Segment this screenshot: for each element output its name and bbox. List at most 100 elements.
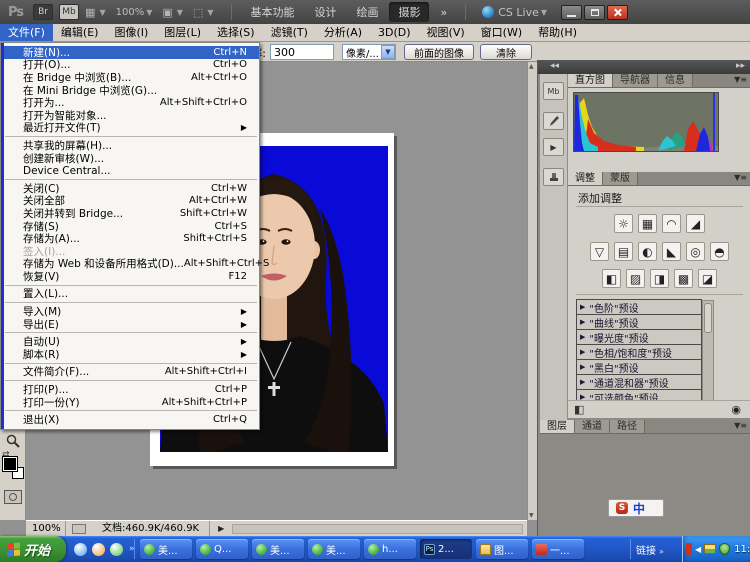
minimize-button[interactable]: [561, 5, 582, 20]
start-button[interactable]: 开始: [0, 536, 66, 562]
histogram-tab-3[interactable]: 信息: [658, 74, 693, 87]
taskbar-task-7[interactable]: 图...: [476, 539, 528, 559]
status-zoom[interactable]: 100%: [26, 521, 66, 536]
horizontal-scrollbar[interactable]: [232, 524, 523, 534]
vibrance-adjustment-icon[interactable]: ▽: [590, 242, 609, 261]
brush-panel-button[interactable]: [543, 112, 564, 130]
exposure-adjustment-icon[interactable]: ◢: [686, 214, 705, 233]
restore-button[interactable]: [584, 5, 605, 20]
menubar-item-7[interactable]: 分析(A): [316, 24, 370, 41]
brightness-contrast-adjustment-icon[interactable]: ☼: [614, 214, 633, 233]
preset-group-4[interactable]: ▶"色相/饱和度"预设: [576, 344, 702, 360]
taskbar-task-8[interactable]: 一...: [532, 539, 584, 559]
menubar-item-11[interactable]: 帮助(H): [530, 24, 585, 41]
scrollbar-thumb[interactable]: [704, 303, 712, 333]
histogram-tab-2[interactable]: 导航器: [613, 74, 658, 87]
vertical-scrollbar[interactable]: ▲▼: [527, 62, 537, 520]
file-menu-item-28[interactable]: 脚本(R)▶: [1, 348, 259, 361]
preset-group-5[interactable]: ▶"黑白"预设: [576, 359, 702, 375]
zoom-level-button[interactable]: 100%▼: [116, 7, 153, 18]
file-menu-item-7[interactable]: 最近打开文件(T)▶: [1, 122, 259, 135]
workspace-button-3[interactable]: 绘画: [347, 2, 387, 22]
channel-mixer-adjustment-icon[interactable]: ◓: [710, 242, 729, 261]
menubar-item-1[interactable]: 文件(F): [0, 24, 53, 41]
file-menu-item-22[interactable]: 置入(L)...: [1, 288, 259, 301]
black-white-adjustment-icon[interactable]: ◣: [662, 242, 681, 261]
file-menu-item-30[interactable]: 文件简介(F)...Alt+Shift+Ctrl+I: [1, 366, 259, 379]
taskbar-task-2[interactable]: Q...: [196, 539, 248, 559]
expand-arrow-icon[interactable]: ▶: [580, 378, 585, 386]
security-shield-icon[interactable]: [719, 543, 730, 555]
file-menu-item-11[interactable]: Device Central...: [1, 164, 259, 177]
preset-group-1[interactable]: ▶"色阶"预设: [576, 299, 702, 315]
layers-tab-3[interactable]: 路径: [610, 420, 645, 433]
actions-panel-button[interactable]: ▶: [543, 138, 564, 156]
screen-mode-button[interactable]: ⬚▼: [193, 6, 214, 19]
menubar-item-6[interactable]: 滤镜(T): [263, 24, 316, 41]
menubar-item-9[interactable]: 视图(V): [419, 24, 473, 41]
switch-panel-icon[interactable]: ◧: [574, 403, 584, 416]
expand-dock-icon[interactable]: ▸▸: [736, 61, 745, 71]
menubar-item-2[interactable]: 编辑(E): [53, 24, 107, 41]
menubar-item-8[interactable]: 3D(D): [370, 24, 419, 41]
taskbar-task-3[interactable]: 美...: [252, 539, 304, 559]
preset-group-6[interactable]: ▶"通道混和器"预设: [576, 374, 702, 390]
menubar-item-10[interactable]: 窗口(W): [473, 24, 530, 41]
file-menu-item-35[interactable]: 退出(X)Ctrl+Q: [1, 413, 259, 426]
adjustments-tab-1[interactable]: 调整: [568, 172, 603, 185]
invert-adjustment-icon[interactable]: ◧: [602, 269, 621, 288]
clone-source-panel-button[interactable]: [543, 168, 564, 186]
cs-live-button[interactable]: CS Live▼: [482, 6, 547, 19]
file-menu-item-10[interactable]: 创建新审核(W)...: [1, 152, 259, 165]
foreground-color-swatch[interactable]: [3, 457, 17, 471]
panel-menu-icon[interactable]: ▼≡: [734, 173, 747, 182]
expand-arrow-icon[interactable]: ▶: [580, 303, 585, 311]
histogram-tab-1[interactable]: 直方图: [568, 74, 613, 87]
expand-arrow-icon[interactable]: ▶: [580, 363, 585, 371]
mini-bridge-panel-button[interactable]: Mb: [543, 82, 564, 100]
collapse-dock-icon[interactable]: ◂◂: [550, 61, 559, 71]
file-menu-item-20[interactable]: 恢复(V)F12: [1, 270, 259, 283]
quick-launch-1-icon[interactable]: [74, 543, 87, 556]
layers-tab-2[interactable]: 通道: [575, 420, 610, 433]
menubar-item-5[interactable]: 选择(S): [209, 24, 263, 41]
arrange-documents-button[interactable]: ▣▼: [162, 6, 183, 19]
expand-arrow-icon[interactable]: ▶: [580, 348, 585, 356]
taskbar-task-4[interactable]: 美...: [308, 539, 360, 559]
panel-menu-icon[interactable]: ▼≡: [734, 75, 747, 84]
tray-app-icon[interactable]: [686, 543, 692, 555]
file-menu-item-33[interactable]: 打印一份(Y)Alt+Shift+Ctrl+P: [1, 396, 259, 409]
selective-color-adjustment-icon[interactable]: ◪: [698, 269, 717, 288]
launch-mini-bridge-button[interactable]: Mb: [59, 4, 79, 20]
quick-launch-3-icon[interactable]: [110, 543, 123, 556]
resolution-unit-select[interactable]: 像素/... ▼: [342, 44, 396, 60]
menubar-item-3[interactable]: 图像(I): [106, 24, 156, 41]
zoom-tool[interactable]: [3, 432, 23, 449]
gradient-map-adjustment-icon[interactable]: ▩: [674, 269, 693, 288]
hide-icons-icon[interactable]: ◀: [695, 545, 701, 554]
adjustments-tab-2[interactable]: 蒙版: [603, 172, 638, 185]
tray-picture-icon[interactable]: [704, 544, 716, 554]
taskbar-task-5[interactable]: h...: [364, 539, 416, 559]
expand-arrow-icon[interactable]: ▶: [580, 333, 585, 341]
file-menu-item-25[interactable]: 导出(E)▶: [1, 318, 259, 331]
status-menu-icon[interactable]: ▶: [218, 524, 224, 533]
quick-launch-2-icon[interactable]: [92, 543, 105, 556]
hue-saturation-adjustment-icon[interactable]: ▤: [614, 242, 633, 261]
scroll-down-icon[interactable]: ▼: [529, 512, 534, 519]
preset-group-3[interactable]: ▶"曝光度"预设: [576, 329, 702, 345]
clear-button[interactable]: 清除: [480, 44, 532, 60]
menubar-item-4[interactable]: 图层(L): [156, 24, 209, 41]
workspace-button-4[interactable]: 摄影: [389, 2, 429, 22]
preset-group-2[interactable]: ▶"曲线"预设: [576, 314, 702, 330]
color-balance-adjustment-icon[interactable]: ◐: [638, 242, 657, 261]
preset-scrollbar[interactable]: ▼: [702, 300, 714, 412]
launch-bridge-button[interactable]: Br: [33, 4, 53, 20]
scroll-up-icon[interactable]: ▲: [529, 63, 534, 70]
quick-mask-button[interactable]: [4, 490, 22, 504]
photo-filter-adjustment-icon[interactable]: ◎: [686, 242, 705, 261]
expand-arrow-icon[interactable]: ▶: [580, 318, 585, 326]
posterize-adjustment-icon[interactable]: ▨: [626, 269, 645, 288]
curves-adjustment-icon[interactable]: ◠: [662, 214, 681, 233]
expanded-view-icon[interactable]: ◉: [731, 403, 741, 416]
